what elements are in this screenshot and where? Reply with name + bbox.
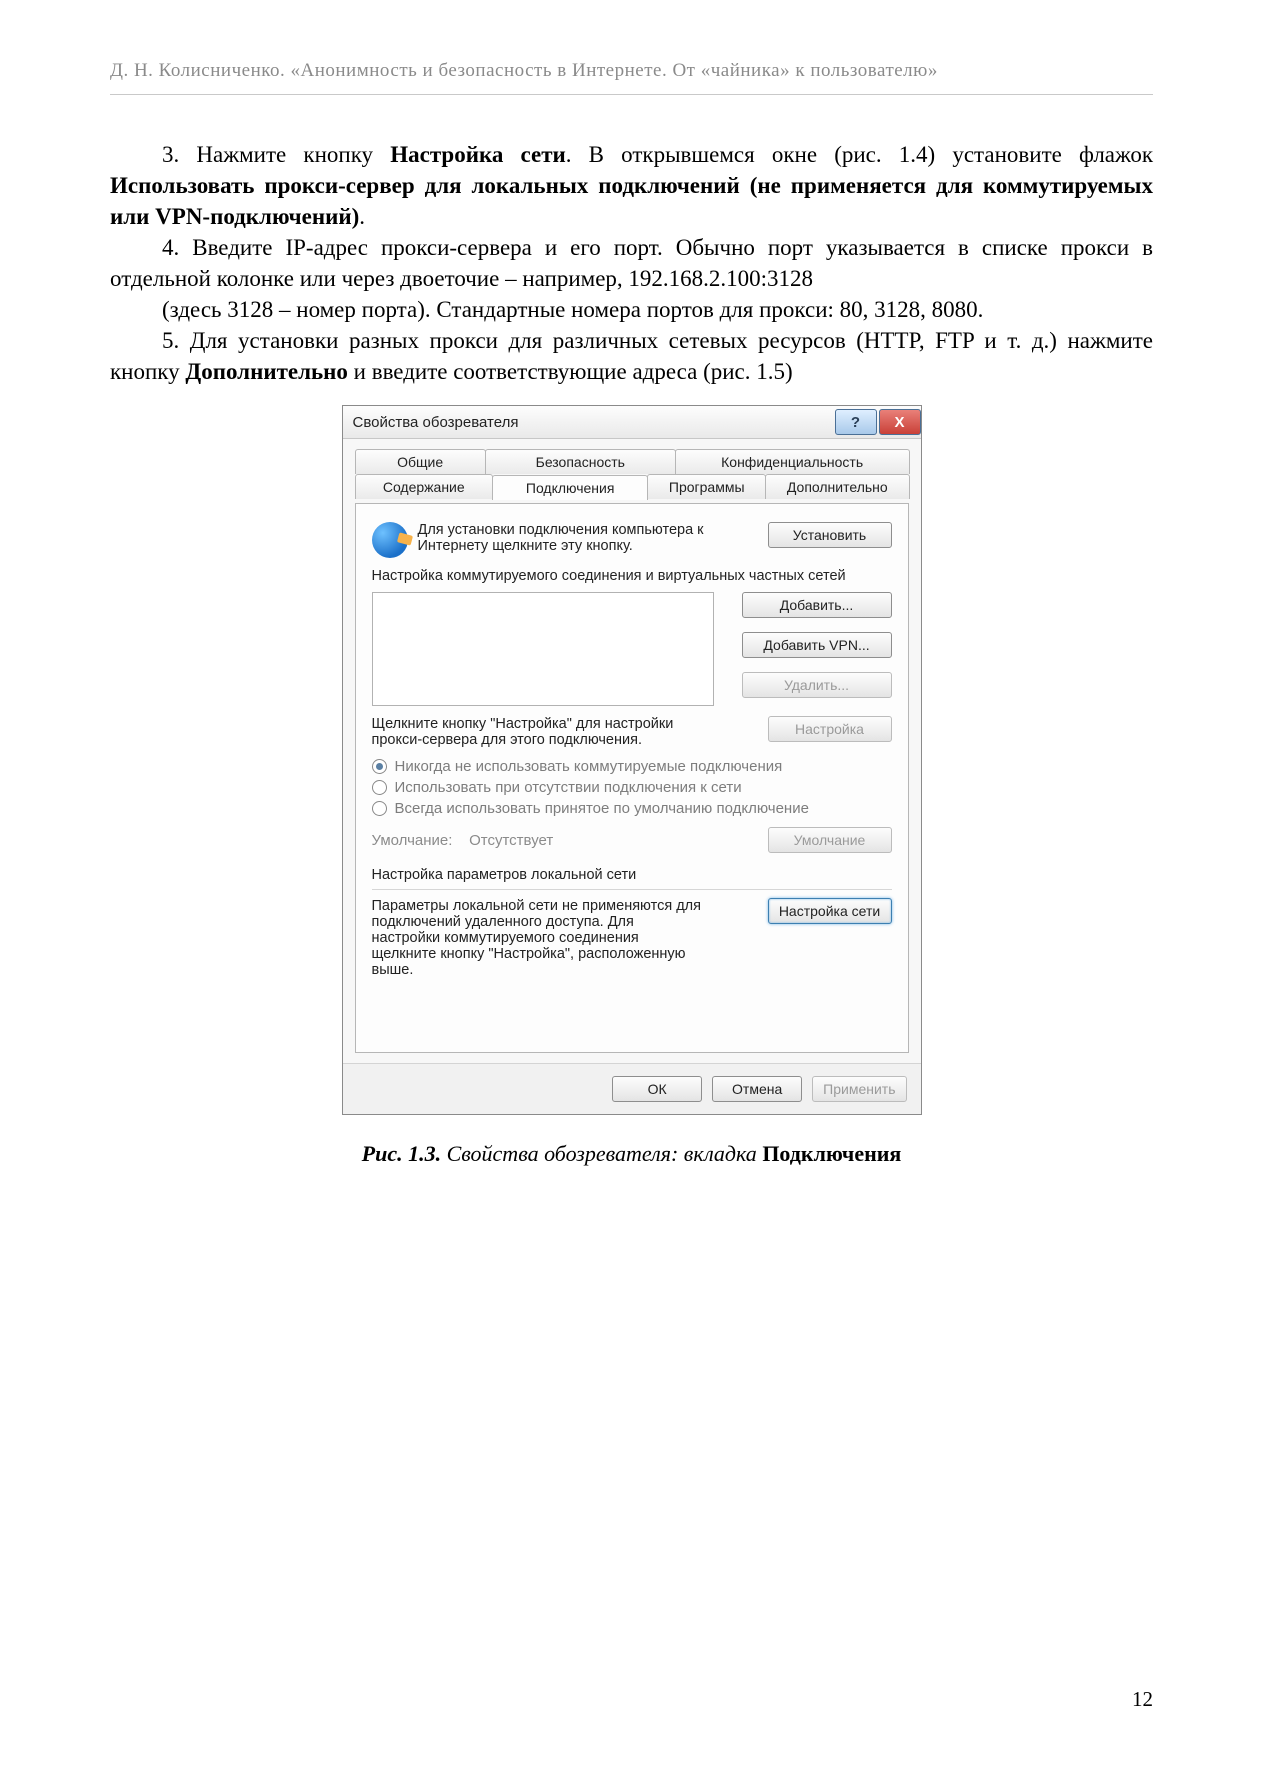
proxy-settings-row: Щелкните кнопку "Настройка" для настройк… [372,716,892,748]
dialog-screenshot: Свойства обозревателя ? X Общие Безопасн… [342,405,922,1115]
apply-button[interactable]: Применить [812,1076,906,1102]
window-control-buttons: ? X [833,409,921,435]
body-text: 3. Нажмите кнопку Настройка сети. В откр… [110,139,1153,387]
dialup-title: Настройка коммутируемого соединения и ви… [372,568,892,584]
lan-section-title: Настройка параметров локальной сети [372,867,892,883]
radio-icon [372,759,387,774]
dialog-body: Общие Безопасность Конфиденциальность Со… [343,439,921,1063]
add-vpn-button[interactable]: Добавить VPN... [742,632,892,658]
page-header: Д. Н. Колисниченко. «Анонимность и безоп… [110,60,1153,95]
tab-content[interactable]: Содержание [355,474,494,499]
close-button[interactable]: X [879,409,921,435]
dialog-title: Свойства обозревателя [353,414,519,431]
tab-advanced[interactable]: Дополнительно [765,474,909,499]
default-connection-row: Умолчание: Отсутствует Умолчание [372,827,892,853]
lan-text: Параметры локальной сети не применяются … [372,898,702,978]
radio-when-no-net[interactable]: Использовать при отсутствии подключения … [372,779,892,796]
globe-icon [372,522,408,558]
tab-connections[interactable]: Подключения [492,475,648,500]
setup-section: Для установки подключения компьютера к И… [372,522,892,558]
default-label: Умолчание: [372,832,453,849]
paragraph-5: 5. Для установки разных прокси для разли… [110,325,1153,387]
tab-security[interactable]: Безопасность [485,449,676,474]
default-value: Отсутствует [469,832,553,849]
divider [372,889,892,890]
document-page: Д. Н. Колисниченко. «Анонимность и безоп… [0,0,1263,1776]
delete-button[interactable]: Удалить... [742,672,892,698]
tab-privacy[interactable]: Конфиденциальность [675,449,910,474]
tab-strip: Общие Безопасность Конфиденциальность Со… [355,449,909,499]
cancel-button[interactable]: Отмена [712,1076,802,1102]
paragraph-4: 4. Введите IP-адрес прокси-сервера и его… [110,232,1153,294]
dialog-footer: ОК Отмена Применить [343,1063,921,1114]
page-number: 12 [1132,1687,1153,1712]
help-icon: ? [851,414,860,431]
figure-caption: Рис. 1.3. Свойства обозревателя: вкладка… [110,1141,1153,1167]
figure-text: Свойства обозревателя: вкладка [441,1141,762,1166]
lan-section: Параметры локальной сети не применяются … [372,898,892,978]
install-button[interactable]: Установить [768,522,892,548]
dial-behavior-radios: Никогда не использовать коммутируемые по… [372,758,892,817]
dialup-section: Настройка коммутируемого соединения и ви… [372,568,892,706]
radio-icon [372,780,387,795]
connections-panel: Для установки подключения компьютера к И… [355,503,909,1053]
figure-number: Рис. 1.3. [362,1141,441,1166]
ok-button[interactable]: ОК [612,1076,702,1102]
close-icon: X [894,414,904,431]
radio-icon [372,801,387,816]
connections-listbox[interactable] [372,592,714,706]
paragraph-3: 3. Нажмите кнопку Настройка сети. В откр… [110,139,1153,232]
settings-text: Щелкните кнопку "Настройка" для настройк… [372,716,712,748]
set-default-button[interactable]: Умолчание [768,827,892,853]
paragraph-4b: (здесь 3128 – номер порта). Стандартные … [110,294,1153,325]
tab-general[interactable]: Общие [355,449,486,474]
dialog-titlebar: Свойства обозревателя ? X [343,406,921,439]
tab-programs[interactable]: Программы [647,474,766,499]
settings-button[interactable]: Настройка [768,716,892,742]
internet-options-dialog: Свойства обозревателя ? X Общие Безопасн… [342,405,922,1115]
figure-bold: Подключения [762,1141,901,1166]
setup-text: Для установки подключения компьютера к И… [418,522,712,554]
radio-always[interactable]: Всегда использовать принятое по умолчани… [372,800,892,817]
add-button[interactable]: Добавить... [742,592,892,618]
lan-settings-button[interactable]: Настройка сети [768,898,892,924]
radio-never[interactable]: Никогда не использовать коммутируемые по… [372,758,892,775]
help-button[interactable]: ? [835,409,877,435]
